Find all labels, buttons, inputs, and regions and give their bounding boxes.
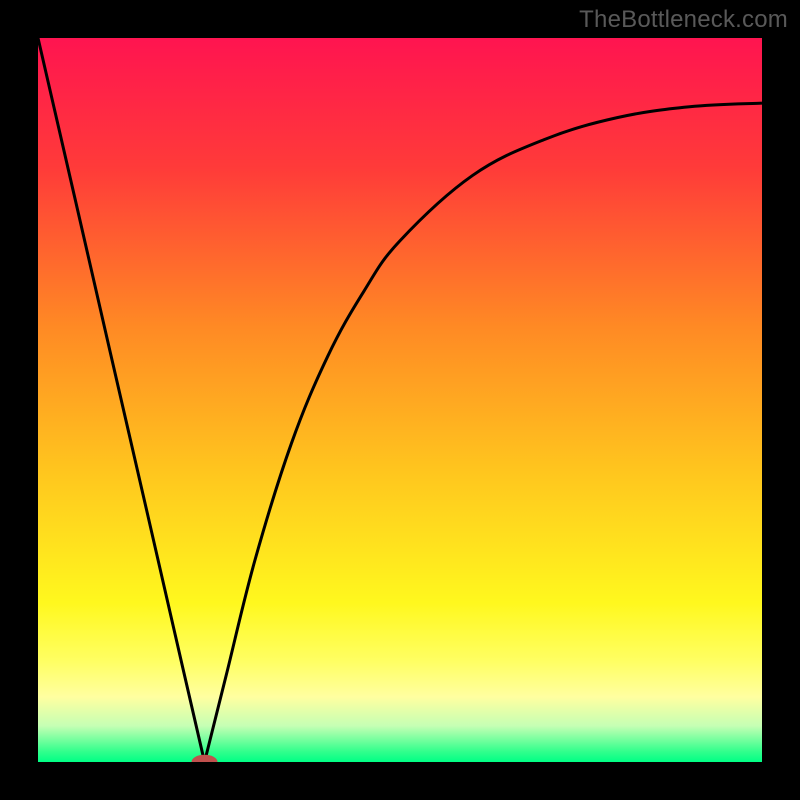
chart-frame: TheBottleneck.com [0, 0, 800, 800]
attribution-text: TheBottleneck.com [579, 6, 788, 34]
bottleneck-chart [38, 38, 762, 762]
plot-area [38, 38, 762, 762]
gradient-background [38, 38, 762, 762]
